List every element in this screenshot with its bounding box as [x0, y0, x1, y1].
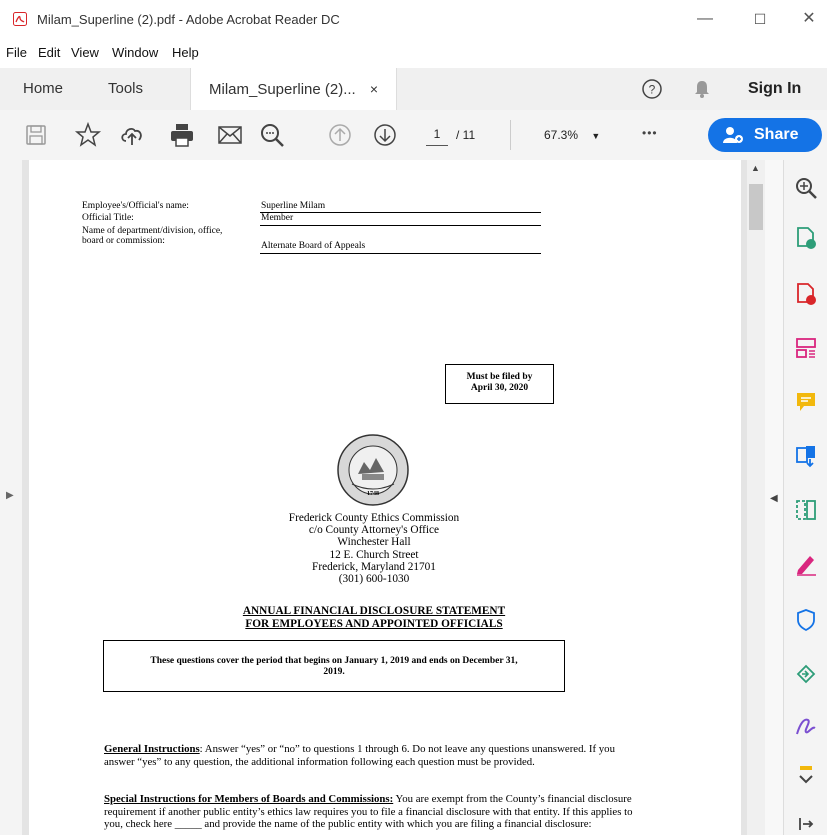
tab-document-label: Milam_Superline (2)...: [209, 81, 356, 98]
expand-left-panel-icon[interactable]: ▶: [6, 490, 14, 501]
tab-bar: Home Tools Milam_Superline (2)... × ? Si…: [0, 68, 827, 111]
left-panel-rail: ▶: [0, 160, 23, 835]
zoom-level-value: 67.3%: [544, 128, 579, 142]
deadline-box: Must be filed by April 30, 2020: [445, 364, 554, 404]
page-number-input[interactable]: 1: [426, 127, 448, 146]
comment-icon[interactable]: [794, 390, 818, 414]
toolbar-divider: [510, 120, 511, 150]
statement-heading: ANNUAL FINANCIAL DISCLOSURE STATEMENT FO…: [149, 605, 599, 630]
more-tools-button[interactable]: •••: [642, 126, 658, 140]
title-underline: [260, 225, 541, 226]
period-line2: 2019.: [323, 667, 345, 677]
pdf-page: Employee's/Official's name: Superline Mi…: [29, 160, 741, 835]
svg-text:?: ?: [649, 83, 656, 97]
tab-tools[interactable]: Tools: [108, 68, 143, 110]
county-seal-logo: 1748: [337, 434, 409, 506]
more-tools-icon[interactable]: [794, 764, 818, 788]
email-icon[interactable]: [216, 121, 244, 149]
address-line: c/o County Attorney's Office: [308, 524, 440, 537]
heading-line1: ANNUAL FINANCIAL DISCLOSURE STATEMENT: [242, 605, 506, 617]
deadline-line1: Must be filed by: [466, 372, 533, 382]
address-line: Frederick, Maryland 21701: [312, 560, 436, 573]
general-heading: General Instructions: [104, 743, 200, 755]
menu-window[interactable]: Window: [112, 45, 158, 60]
page-total: / 11: [456, 128, 476, 142]
collapse-right-panel-icon[interactable]: ◀: [770, 493, 778, 504]
next-page-icon[interactable]: [371, 121, 399, 149]
general-instructions: General Instructions: Answer “yes” or “n…: [104, 743, 644, 768]
help-icon[interactable]: ?: [641, 78, 663, 100]
menu-view[interactable]: View: [71, 45, 99, 60]
zoom-in-icon[interactable]: [794, 176, 818, 200]
window-title: Milam_Superline (2).pdf - Adobe Acrobat …: [37, 12, 340, 27]
period-box: These questions cover the period that be…: [103, 640, 565, 692]
title-bar: Milam_Superline (2).pdf - Adobe Acrobat …: [0, 0, 827, 40]
close-window-button[interactable]: ✕: [794, 8, 824, 30]
sign-in-button[interactable]: Sign In: [748, 68, 801, 110]
compare-files-icon[interactable]: [794, 498, 818, 522]
previous-page-icon[interactable]: [326, 121, 354, 149]
combine-files-icon[interactable]: [794, 444, 818, 468]
tab-document[interactable]: Milam_Superline (2)... ×: [190, 68, 398, 110]
protect-shield-icon[interactable]: [794, 608, 818, 632]
address-line: (301) 600-1030: [338, 573, 410, 586]
name-underline: [260, 212, 541, 213]
dept-label-line2: board or commission:: [82, 236, 165, 246]
special-heading: Special Instructions for Members of Boar…: [104, 793, 394, 805]
deadline-line2: April 30, 2020: [470, 383, 529, 393]
toolbar: 1 / 11 67.3% ▼ ••• Share: [0, 110, 827, 161]
period-line1: These questions cover the period that be…: [150, 656, 518, 666]
menu-file[interactable]: File: [6, 45, 27, 60]
export-pdf-icon[interactable]: [794, 282, 818, 306]
address-line: Winchester Hall: [337, 536, 411, 549]
minimize-button[interactable]: —: [690, 8, 720, 30]
document-viewer[interactable]: Employee's/Official's name: Superline Mi…: [22, 160, 747, 835]
menu-edit[interactable]: Edit: [38, 45, 60, 60]
collapse-tools-icon[interactable]: [794, 812, 818, 836]
tab-close-icon[interactable]: ×: [370, 81, 378, 97]
address-line: 12 E. Church Street: [329, 548, 419, 561]
send-for-review-icon[interactable]: [794, 662, 818, 686]
add-person-icon: [723, 127, 743, 143]
menu-help[interactable]: Help: [172, 45, 199, 60]
seal-year: 1748: [367, 491, 379, 497]
share-label: Share: [754, 126, 799, 143]
address-line: Frederick County Ethics Commission: [288, 512, 460, 524]
dept-underline: [260, 253, 541, 254]
bookmark-star-icon[interactable]: [74, 121, 102, 149]
zoom-search-icon[interactable]: [258, 121, 286, 149]
title-label: Official Title:: [82, 213, 134, 223]
vertical-scrollbar[interactable]: ▲: [747, 160, 765, 835]
heading-line2: FOR EMPLOYEES AND APPOINTED OFFICIALS: [245, 617, 503, 630]
zoom-level-select[interactable]: 67.3% ▼: [544, 128, 600, 142]
fill-sign-icon[interactable]: [794, 552, 818, 576]
title-value: Member: [261, 213, 294, 223]
create-pdf-icon[interactable]: [794, 226, 818, 250]
scrollbar-thumb[interactable]: [749, 184, 763, 230]
upload-cloud-icon[interactable]: [118, 121, 146, 149]
share-button[interactable]: Share: [708, 118, 822, 152]
request-signatures-icon[interactable]: [794, 714, 818, 738]
organize-pages-icon[interactable]: [794, 336, 818, 360]
address-block: Frederick County Ethics Commission c/o C…: [179, 512, 569, 585]
menu-bar: File Edit View Window Help: [0, 40, 827, 68]
print-icon[interactable]: [168, 121, 196, 149]
special-instructions: Special Instructions for Members of Boar…: [104, 793, 644, 831]
chevron-down-icon: ▼: [591, 131, 601, 141]
name-label: Employee's/Official's name:: [82, 201, 189, 211]
acrobat-app-icon: [13, 12, 27, 26]
scroll-up-icon[interactable]: ▲: [751, 163, 760, 173]
right-panel-divider: ◀: [765, 160, 783, 835]
notifications-bell-icon[interactable]: [693, 79, 711, 99]
dept-label-line1: Name of department/division, office,: [82, 226, 223, 236]
name-value: Superline Milam: [261, 201, 326, 211]
dept-value: Alternate Board of Appeals: [261, 241, 366, 251]
maximize-button[interactable]: ☐: [745, 8, 775, 30]
right-tools-rail: [783, 160, 827, 835]
tab-home[interactable]: Home: [23, 68, 63, 110]
save-icon[interactable]: [22, 121, 50, 149]
